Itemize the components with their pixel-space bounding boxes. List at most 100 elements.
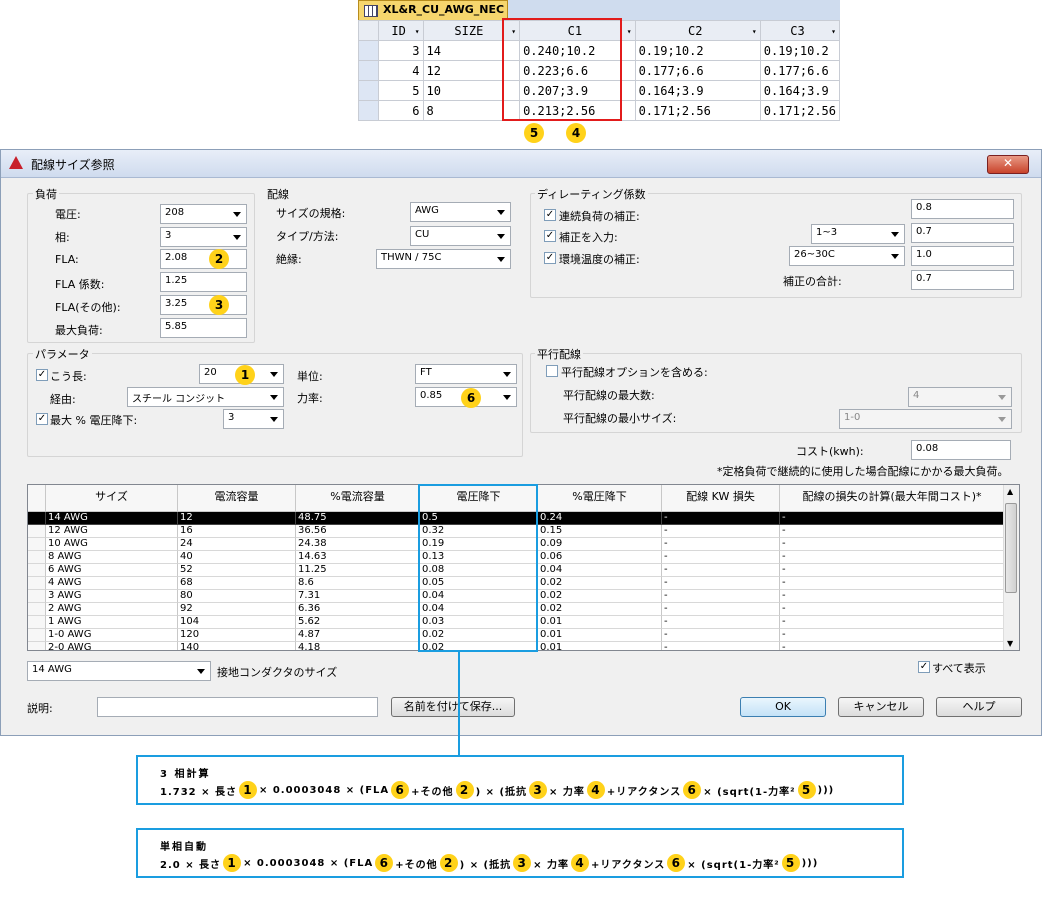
cell-id[interactable]: 6 (378, 100, 424, 121)
grid-cell[interactable]: 0.02 (538, 603, 662, 616)
route-select[interactable]: スチール コンジット (127, 387, 284, 407)
grid-cell[interactable]: 0.02 (538, 577, 662, 590)
ok-button[interactable]: OK (740, 697, 826, 717)
row-header[interactable] (28, 577, 46, 590)
cell-c2[interactable]: 0.177;6.6 (634, 60, 761, 81)
grid-cell[interactable]: 2 AWG (46, 603, 178, 616)
help-button[interactable]: ヘルプ (936, 697, 1022, 717)
grid-cell[interactable]: - (780, 538, 1005, 551)
cell-c3[interactable]: 0.164;3.9 (759, 80, 841, 101)
grid-cell[interactable]: 2-0 AWG (46, 642, 178, 650)
scroll-thumb[interactable] (1005, 503, 1017, 593)
grid-cell[interactable]: 120 (178, 629, 296, 642)
grid-cell[interactable]: 4 AWG (46, 577, 178, 590)
max-drop-checkbox[interactable]: ✓ (36, 413, 48, 425)
row-header[interactable] (28, 525, 46, 538)
ambient-field[interactable]: 1.0 (911, 246, 1014, 266)
grid-cell[interactable]: 5.62 (296, 616, 420, 629)
scroll-down-icon[interactable]: ▼ (1007, 639, 1013, 648)
grid-cell[interactable]: - (780, 590, 1005, 603)
total-field[interactable]: 0.7 (911, 270, 1014, 290)
row-header[interactable] (28, 603, 46, 616)
save-as-button[interactable]: 名前を付けて保存... (391, 697, 515, 717)
grid-cell[interactable]: 4.18 (296, 642, 420, 650)
grid-cell[interactable]: 16 (178, 525, 296, 538)
row-header[interactable] (28, 616, 46, 629)
col-pct-voltage-drop[interactable]: %電圧降下 (538, 485, 662, 511)
row-selector[interactable] (357, 80, 380, 101)
row-header[interactable] (28, 538, 46, 551)
grid-cell[interactable]: 24.38 (296, 538, 420, 551)
grid-cell[interactable]: 68 (178, 577, 296, 590)
col-pct-ampacity[interactable]: %電流容量 (296, 485, 420, 511)
max-load-field[interactable]: 5.85 (160, 318, 247, 338)
cell-c2[interactable]: 0.19;10.2 (634, 40, 761, 61)
grid-cell[interactable]: - (662, 616, 780, 629)
grid-cell[interactable]: 0.09 (538, 538, 662, 551)
grid-cell[interactable]: 14.63 (296, 551, 420, 564)
grid-cell[interactable]: 1-0 AWG (46, 629, 178, 642)
cancel-button[interactable]: キャンセル (838, 697, 924, 717)
close-button[interactable]: ✕ (987, 155, 1029, 174)
insulation-select[interactable]: THWN / 75C (376, 249, 511, 269)
grid-cell[interactable]: - (662, 603, 780, 616)
grid-cell[interactable]: 12 (178, 512, 296, 525)
col-ampacity[interactable]: 電流容量 (178, 485, 296, 511)
grid-cell[interactable]: - (662, 642, 780, 650)
parallel-max-select[interactable]: 4 (908, 387, 1012, 407)
grid-cell[interactable]: 40 (178, 551, 296, 564)
ambient-checkbox[interactable]: ✓ (544, 252, 556, 264)
input-checkbox[interactable]: ✓ (544, 230, 556, 242)
fla-factor-field[interactable]: 1.25 (160, 272, 247, 292)
grid-cell[interactable]: 0.15 (538, 525, 662, 538)
grid-cell[interactable]: 104 (178, 616, 296, 629)
table-tab[interactable]: XL&R_CU_AWG_NEC (358, 0, 508, 20)
grid-cell[interactable]: 8.6 (296, 577, 420, 590)
col-id-header[interactable]: ID ▾ (378, 20, 424, 41)
parallel-checkbox[interactable] (546, 365, 558, 377)
grid-cell[interactable]: 24 (178, 538, 296, 551)
cell-c2[interactable]: 0.164;3.9 (634, 80, 761, 101)
grid-cell[interactable]: - (780, 642, 1005, 650)
standard-select[interactable]: AWG (410, 202, 511, 222)
grid-cell[interactable]: - (662, 577, 780, 590)
continuous-checkbox[interactable]: ✓ (544, 209, 556, 221)
grid-cell[interactable]: - (662, 564, 780, 577)
input-field[interactable]: 0.7 (911, 223, 1014, 243)
ambient-select[interactable]: 26~30C (789, 246, 905, 266)
row-header[interactable] (28, 551, 46, 564)
parallel-min-size-select[interactable]: 1-0 (839, 409, 1012, 429)
grid-cell[interactable]: 12 AWG (46, 525, 178, 538)
grid-cell[interactable]: 36.56 (296, 525, 420, 538)
row-selector[interactable] (357, 60, 380, 81)
grid-cell[interactable]: 0.01 (538, 642, 662, 650)
grid-cell[interactable]: 1 AWG (46, 616, 178, 629)
cell-c3[interactable]: 0.171;2.56 (759, 100, 841, 121)
grid-cell[interactable]: 0.01 (538, 616, 662, 629)
type-select[interactable]: CU (410, 226, 511, 246)
col-c2-header[interactable]: C2 ▾ (634, 20, 761, 41)
grid-cell[interactable]: - (662, 538, 780, 551)
grid-cell[interactable]: - (780, 525, 1005, 538)
cost-field[interactable]: 0.08 (911, 440, 1011, 460)
grid-cell[interactable]: 10 AWG (46, 538, 178, 551)
cell-c3[interactable]: 0.177;6.6 (759, 60, 841, 81)
grid-cell[interactable]: 48.75 (296, 512, 420, 525)
grid-cell[interactable]: 4.87 (296, 629, 420, 642)
grid-cell[interactable]: - (662, 590, 780, 603)
row-header[interactable] (28, 512, 46, 525)
fla-other-field[interactable]: 3.25 (160, 295, 247, 315)
grid-cell[interactable]: 0.04 (538, 564, 662, 577)
description-field[interactable] (97, 697, 378, 717)
row-header[interactable] (28, 642, 46, 650)
grid-cell[interactable]: - (662, 525, 780, 538)
grid-cell[interactable]: 140 (178, 642, 296, 650)
grid-cell[interactable]: - (780, 564, 1005, 577)
grid-cell[interactable]: - (780, 551, 1005, 564)
ground-size-select[interactable]: 14 AWG (27, 661, 211, 681)
voltage-select[interactable]: 208 (160, 204, 247, 224)
row-header[interactable] (28, 590, 46, 603)
grid-cell[interactable]: 80 (178, 590, 296, 603)
cell-id[interactable]: 4 (378, 60, 424, 81)
col-loss-cost[interactable]: 配線の損失の計算(最大年間コスト)* (780, 485, 1005, 511)
